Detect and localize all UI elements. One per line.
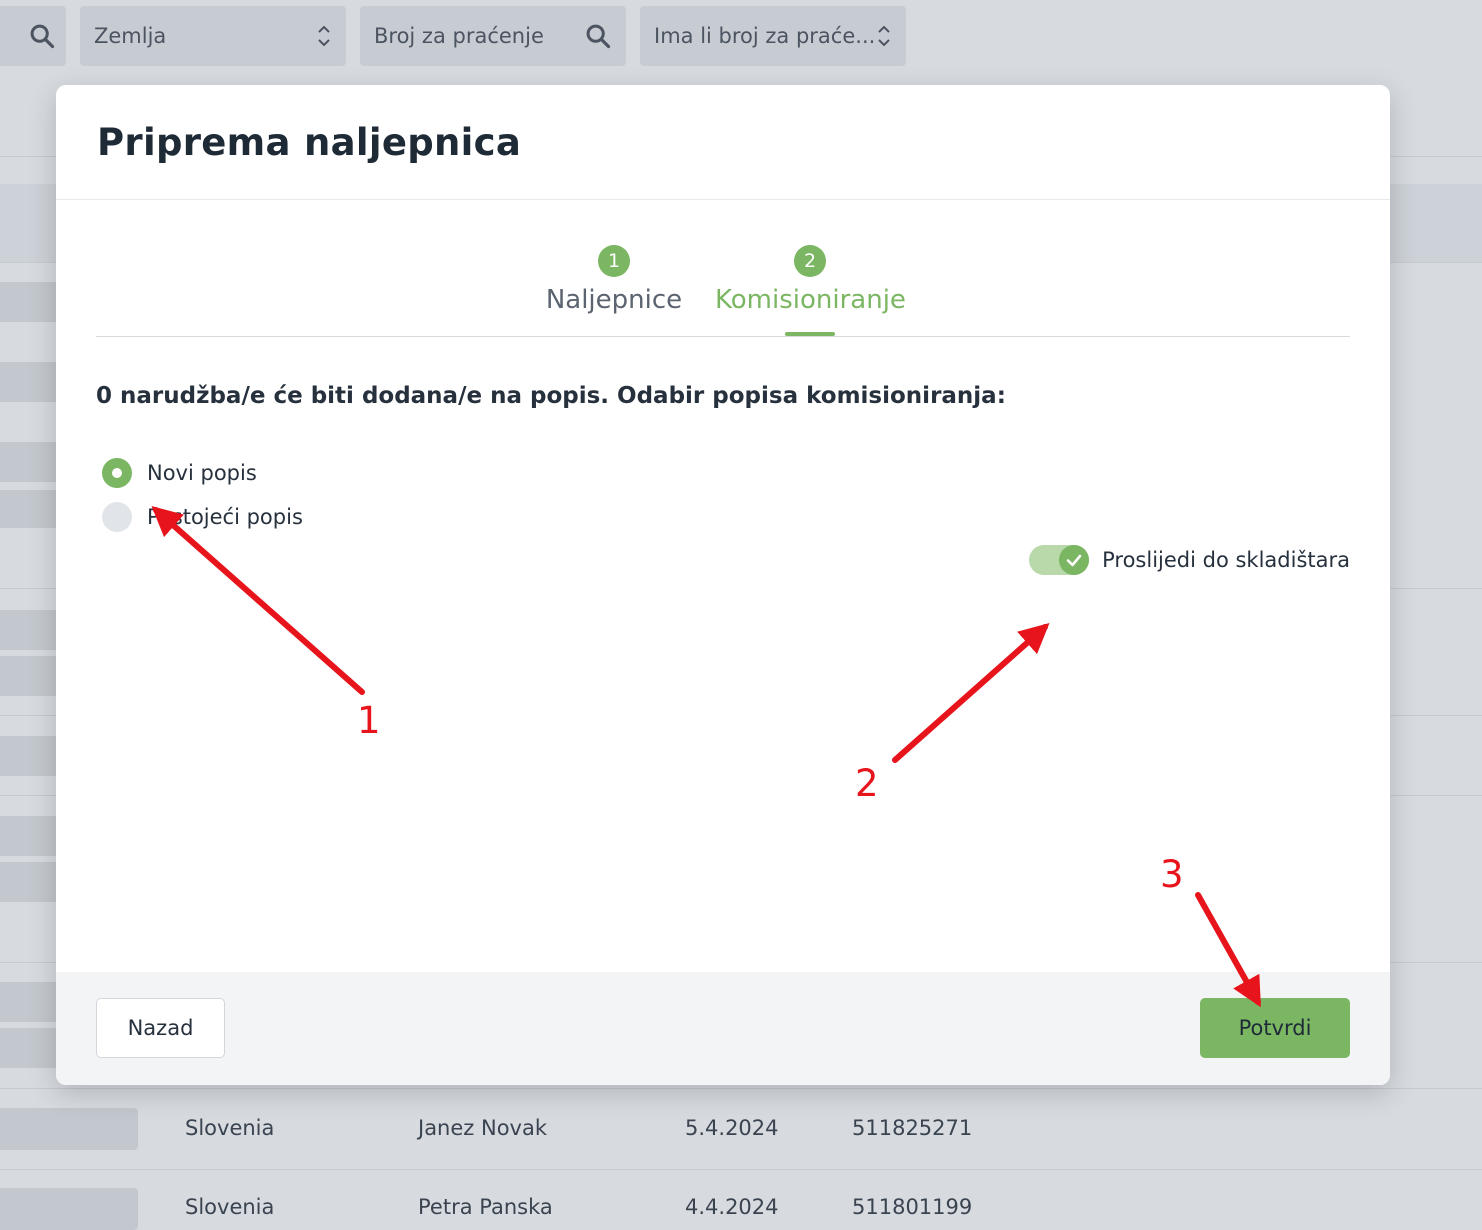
row-placeholder	[0, 1028, 60, 1068]
tracking-cell: 511801199	[852, 1195, 973, 1219]
row-placeholder	[0, 362, 60, 402]
new-list-option[interactable]: Novi popis	[102, 458, 257, 488]
row-placeholder	[0, 816, 60, 856]
date-cell: 5.4.2024	[685, 1116, 779, 1140]
date-cell: 4.4.2024	[685, 1195, 779, 1219]
radio-unselected[interactable]	[102, 502, 132, 532]
check-icon	[1066, 554, 1082, 567]
row-placeholder	[0, 282, 60, 322]
forward-to-warehouse-toggle-row[interactable]: Proslijedi do skladištara	[1029, 545, 1350, 575]
annotation-number: 2	[855, 762, 879, 805]
forward-to-warehouse-toggle[interactable]	[1029, 545, 1090, 575]
picking-list-instruction: 0 narudžba/e će biti dodana/e na popis. …	[96, 383, 1006, 409]
sort-chevrons-icon	[878, 25, 890, 47]
row-placeholder	[0, 862, 60, 902]
option-label: Postojeći popis	[147, 505, 303, 529]
modal-header: Priprema naljepnica	[56, 85, 1390, 200]
annotation-number: 3	[1160, 853, 1184, 896]
toggle-label: Proslijedi do skladištara	[1102, 548, 1350, 572]
customer-cell: Janez Novak	[418, 1116, 548, 1140]
confirm-button[interactable]: Potvrdi	[1200, 998, 1350, 1058]
country-cell: Slovenia	[185, 1116, 275, 1140]
back-button[interactable]: Nazad	[96, 998, 225, 1058]
step-label: Naljepnice	[545, 285, 683, 315]
step-number: 1	[598, 245, 630, 277]
country-filter-label: Zemlja	[94, 24, 167, 48]
annotation-number: 1	[357, 699, 381, 742]
divider	[0, 1169, 1482, 1170]
has-tracking-number-filter-label: Ima li broj za praće...	[654, 24, 876, 48]
sort-chevrons-icon	[318, 25, 330, 47]
row-placeholder	[0, 442, 60, 482]
modal-title: Priprema naljepnica	[97, 121, 522, 164]
tracking-number-filter-label: Broj za praćenje	[374, 24, 544, 48]
row-placeholder	[0, 656, 60, 696]
tracking-cell: 511825271	[852, 1116, 973, 1140]
country-cell: Slovenia	[185, 1195, 275, 1219]
row-placeholder	[0, 610, 60, 650]
label-preparation-modal: Priprema naljepnica 1 Naljepnice 2 Komis…	[56, 85, 1390, 1085]
customer-cell: Petra Panska	[418, 1195, 553, 1219]
row-placeholder	[0, 982, 60, 1022]
row-placeholder	[0, 1188, 138, 1230]
search-icon	[30, 24, 55, 49]
step-picking[interactable]: 2 Komisioniranje	[715, 245, 906, 336]
row-placeholder	[0, 736, 60, 776]
has-tracking-number-filter[interactable]: Ima li broj za praće...	[640, 6, 906, 66]
search-filter-button[interactable]	[0, 6, 66, 66]
existing-list-option[interactable]: Postojeći popis	[102, 502, 303, 532]
row-placeholder	[0, 1108, 138, 1150]
step-label: Komisioniranje	[715, 285, 906, 315]
option-label: Novi popis	[147, 461, 257, 485]
step-number: 2	[794, 245, 826, 277]
step-labels[interactable]: 1 Naljepnice	[544, 245, 684, 315]
tracking-number-filter[interactable]: Broj za praćenje	[360, 6, 626, 66]
active-step-indicator	[785, 332, 835, 336]
row-placeholder	[0, 490, 60, 528]
country-filter[interactable]: Zemlja	[80, 6, 346, 66]
divider	[0, 1088, 1482, 1089]
radio-selected[interactable]	[102, 458, 132, 488]
search-icon	[586, 24, 611, 49]
modal-footer: Nazad Potvrdi	[56, 972, 1390, 1085]
stepper: 1 Naljepnice 2 Komisioniranje	[96, 245, 1350, 337]
